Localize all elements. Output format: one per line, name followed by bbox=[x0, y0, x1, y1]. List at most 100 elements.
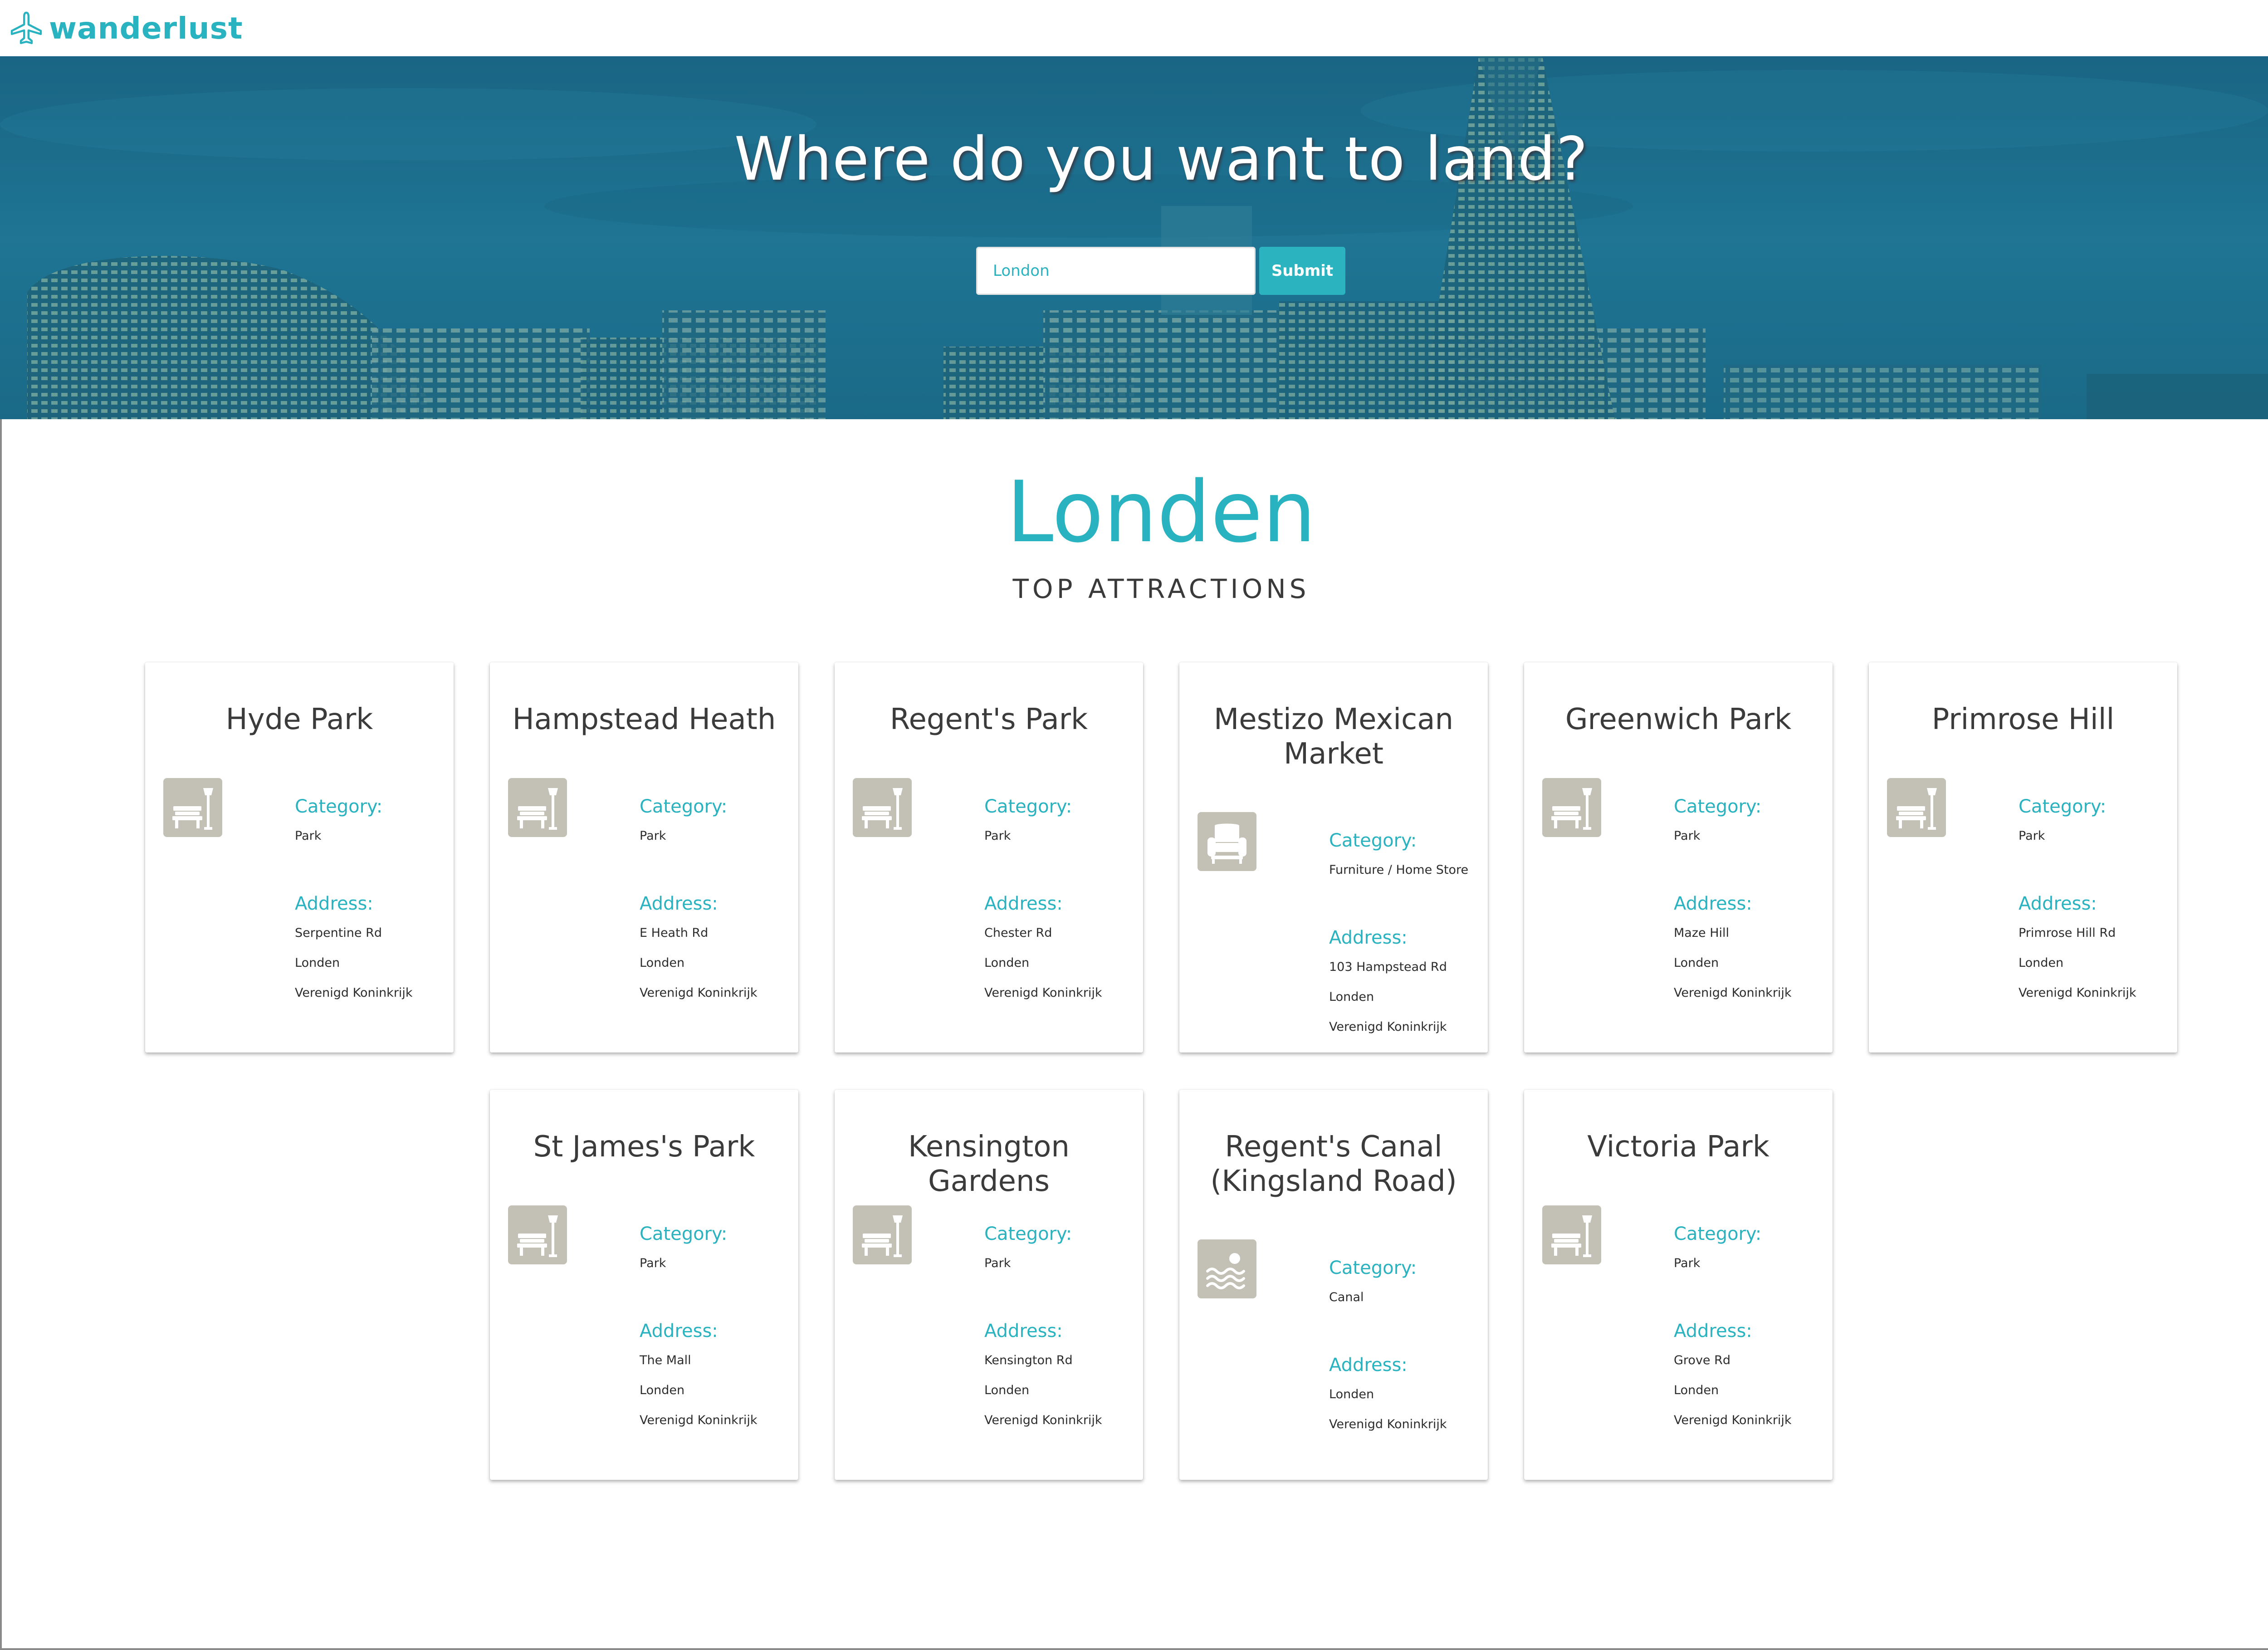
category-label: Category: bbox=[1329, 1258, 1417, 1278]
address-line: Verenigd Koninkrijk bbox=[1329, 1020, 1447, 1034]
category-value: Park bbox=[984, 829, 1011, 843]
address-line: Maze Hill bbox=[1674, 926, 1730, 940]
section-subtitle: TOP ATTRACTIONS bbox=[1012, 573, 1310, 604]
airplane-icon bbox=[10, 11, 42, 44]
attraction-card[interactable]: Regent's Canal (Kingsland Road) Category:… bbox=[1179, 1090, 1488, 1480]
attraction-details: Category: Park Address: Maze Hill Londen Vere… bbox=[1542, 778, 1823, 1014]
address-line: 103 Hampstead Rd bbox=[1329, 960, 1447, 974]
address-line: Verenigd Koninkrijk bbox=[2019, 986, 2136, 1000]
category-label: Category: bbox=[984, 1224, 1072, 1244]
address-line: Londen bbox=[1329, 990, 1374, 1004]
address-label: Address: bbox=[1674, 893, 1752, 914]
attraction-name: Regent's Park bbox=[890, 703, 1088, 736]
address-line: Londen bbox=[1674, 1383, 1719, 1397]
attraction-card[interactable]: Kensington Gardens Category: Park Address: K… bbox=[835, 1090, 1143, 1480]
destination-search-input[interactable] bbox=[976, 247, 1256, 295]
attraction-card[interactable]: Regent's Park Category: Park Address: Cheste… bbox=[835, 662, 1143, 1053]
attraction-card[interactable]: Mestizo Mexican Market Category: Furniture… bbox=[1179, 662, 1488, 1053]
address-line: Primrose Hill Rd bbox=[2019, 926, 2116, 940]
attraction-details: Category: Park Address: E Heath Rd Londen Ver… bbox=[508, 778, 789, 1014]
address-line: Londen bbox=[1674, 956, 1719, 970]
attraction-details: Category: Park Address: Primrose Hill Rd Lon… bbox=[1887, 778, 2168, 1014]
attraction-name: Hyde Park bbox=[225, 703, 373, 736]
park-bench-icon bbox=[1887, 778, 1946, 837]
category-value: Canal bbox=[1329, 1290, 1364, 1304]
address-line: Verenigd Koninkrijk bbox=[1674, 1413, 1792, 1427]
address-line: E Heath Rd bbox=[640, 926, 709, 940]
address-line: Verenigd Koninkrijk bbox=[640, 1413, 758, 1427]
hero-banner: Where do you want to land? Submit bbox=[0, 56, 2268, 419]
address-line: Serpentine Rd bbox=[295, 926, 382, 940]
address-label: Address: bbox=[640, 1321, 718, 1342]
attraction-card[interactable]: Primrose Hill Category: Park Address: Primro… bbox=[1869, 662, 2177, 1053]
attraction-card[interactable]: Victoria Park Category: Park Address: Grove … bbox=[1524, 1090, 1833, 1480]
address-line: Londen bbox=[2019, 956, 2064, 970]
category-label: Category: bbox=[2019, 796, 2107, 817]
address-line: Verenigd Koninkrijk bbox=[295, 986, 413, 1000]
attraction-name: Victoria Park bbox=[1587, 1130, 1769, 1164]
attraction-name: Hampstead Heath bbox=[512, 703, 776, 736]
address-line: Londen bbox=[984, 1383, 1030, 1397]
top-navbar: wanderlust bbox=[0, 0, 2268, 56]
attraction-details: Category: Furniture / Home Store Address: 1… bbox=[1198, 812, 1479, 1048]
address-label: Address: bbox=[640, 893, 718, 914]
address-line: Verenigd Koninkrijk bbox=[984, 1413, 1102, 1427]
address-label: Address: bbox=[295, 893, 373, 914]
category-label: Category: bbox=[984, 796, 1072, 817]
category-label: Category: bbox=[1674, 1224, 1762, 1244]
address-label: Address: bbox=[1674, 1321, 1752, 1342]
attraction-details: Category: Park Address: Serpentine Rd Londen… bbox=[163, 778, 445, 1014]
category-label: Category: bbox=[1329, 830, 1417, 851]
attraction-details: Category: Park Address: Kensington Rd Londen… bbox=[853, 1205, 1134, 1441]
attraction-details: Category: Park Address: The Mall Londen Veren… bbox=[508, 1205, 789, 1441]
category-value: Park bbox=[984, 1256, 1011, 1270]
attraction-details: Category: Park Address: Grove Rd Londen Veren… bbox=[1542, 1205, 1823, 1441]
attraction-details: Category: Canal Address: Londen Verenigd Kon… bbox=[1198, 1239, 1479, 1475]
address-label: Address: bbox=[2019, 893, 2097, 914]
submit-button[interactable]: Submit bbox=[1259, 247, 1345, 295]
address-line: Grove Rd bbox=[1674, 1353, 1731, 1367]
city-skyline-background bbox=[0, 56, 2268, 419]
attraction-name: Greenwich Park bbox=[1565, 703, 1792, 736]
park-bench-icon bbox=[508, 1205, 567, 1264]
address-line: Londen bbox=[640, 1383, 685, 1397]
category-value: Park bbox=[640, 829, 666, 843]
park-bench-icon bbox=[1542, 778, 1601, 837]
address-label: Address: bbox=[984, 1321, 1063, 1342]
category-value: Park bbox=[640, 1256, 666, 1270]
armchair-icon bbox=[1198, 812, 1256, 871]
address-line: Verenigd Koninkrijk bbox=[984, 986, 1102, 1000]
address-line: Londen bbox=[984, 956, 1030, 970]
attraction-card[interactable]: Hampstead Heath Category: Park Address: E He… bbox=[490, 662, 798, 1053]
address-line: Londen bbox=[640, 956, 685, 970]
attraction-details: Category: Park Address: Chester Rd Londen Ver… bbox=[853, 778, 1134, 1014]
category-value: Park bbox=[1674, 829, 1701, 843]
category-value: Park bbox=[295, 829, 322, 843]
park-bench-icon bbox=[853, 778, 912, 837]
park-bench-icon bbox=[1542, 1205, 1601, 1264]
attraction-card[interactable]: Greenwich Park Category: Park Address: Maze … bbox=[1524, 662, 1833, 1053]
attraction-card[interactable]: St James's Park Category: Park Address: The … bbox=[490, 1090, 798, 1480]
attraction-card[interactable]: Hyde Park Category: Park Address: Serpentine… bbox=[145, 662, 454, 1053]
brand-name: wanderlust bbox=[49, 10, 243, 46]
address-line: Verenigd Koninkrijk bbox=[1329, 1417, 1447, 1431]
attraction-name: Mestizo Mexican Market bbox=[1214, 703, 1453, 771]
park-bench-icon bbox=[853, 1205, 912, 1264]
category-value: Park bbox=[2019, 829, 2045, 843]
address-line: Verenigd Koninkrijk bbox=[1674, 986, 1792, 1000]
category-value: Furniture / Home Store bbox=[1329, 863, 1469, 877]
park-bench-icon bbox=[163, 778, 222, 837]
brand-logo[interactable]: wanderlust bbox=[8, 6, 243, 50]
city-title: Londen bbox=[1006, 463, 1316, 561]
address-line: Londen bbox=[295, 956, 340, 970]
waves-icon bbox=[1198, 1239, 1256, 1298]
category-value: Park bbox=[1674, 1256, 1701, 1270]
park-bench-icon bbox=[508, 778, 567, 837]
address-line: Kensington Rd bbox=[984, 1353, 1073, 1367]
address-line: Londen bbox=[1329, 1387, 1374, 1401]
address-line: Chester Rd bbox=[984, 926, 1052, 940]
address-label: Address: bbox=[984, 893, 1063, 914]
category-label: Category: bbox=[640, 796, 728, 817]
attraction-name: Kensington Gardens bbox=[908, 1130, 1070, 1198]
attraction-name: St James's Park bbox=[533, 1130, 755, 1164]
